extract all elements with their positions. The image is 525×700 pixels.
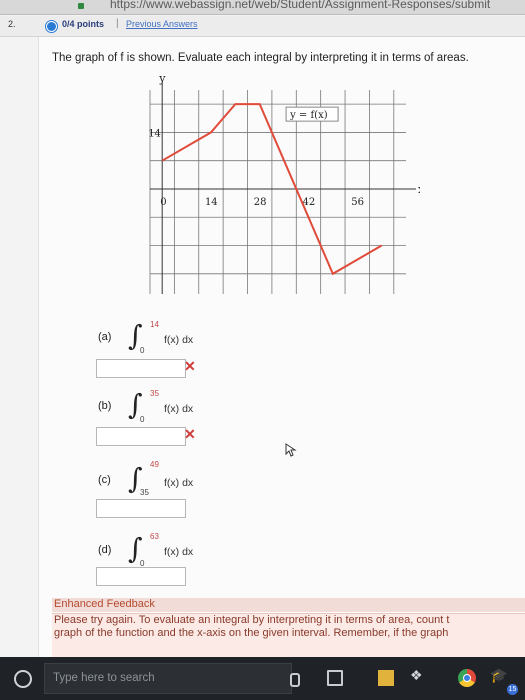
answer-input-c[interactable]	[96, 499, 186, 518]
chrome-icon[interactable]	[458, 669, 476, 687]
curve-label: y = f(x)	[289, 110, 328, 121]
previous-answers-link[interactable]: Previous Answers	[126, 19, 198, 29]
upper-limit: 49	[150, 460, 159, 469]
incorrect-icon: ✕	[184, 358, 196, 374]
part-label: (c)	[98, 474, 111, 486]
upper-limit: 63	[150, 532, 159, 541]
y-tick-label: 14	[148, 128, 161, 139]
integrand: f(x) dx	[164, 334, 194, 346]
lower-limit: 35	[140, 488, 149, 497]
question-header: 2. 0/4 points | Previous Answers	[0, 16, 525, 37]
origin-label: 0	[160, 197, 166, 208]
points-score: 0/4 points	[62, 19, 105, 29]
x-tick-label: 28	[254, 197, 267, 208]
answer-input-d[interactable]	[96, 567, 186, 586]
question-prompt: The graph of f is shown. Evaluate each i…	[52, 52, 469, 64]
answer-input-b[interactable]	[96, 427, 186, 446]
file-explorer-icon[interactable]	[378, 670, 394, 686]
lower-limit: 0	[140, 415, 145, 424]
taskbar-search-box[interactable]: Type here to search	[44, 663, 292, 694]
microphone-icon[interactable]	[290, 673, 300, 687]
url-text[interactable]: https://www.webassign.net/web/Student/As…	[110, 0, 490, 11]
upper-limit: 14	[150, 320, 159, 329]
mouse-cursor-icon	[285, 443, 297, 457]
graph-grid	[149, 90, 406, 294]
feedback-line: Please try again. To evaluate an integra…	[54, 614, 450, 626]
integrand: f(x) dx	[164, 477, 194, 489]
answer-input-a[interactable]	[96, 359, 186, 378]
incorrect-icon: ✕	[184, 426, 196, 442]
integrand: f(x) dx	[164, 403, 194, 415]
windows-taskbar: Type here to search ❖ 🎓 15	[0, 657, 525, 700]
cortana-icon	[14, 670, 32, 688]
feedback-line: graph of the function and the x-axis on …	[54, 627, 449, 639]
graduation-cap-icon[interactable]: 🎓	[490, 667, 507, 683]
browser-address-bar[interactable]: https://www.webassign.net/web/Student/As…	[0, 0, 525, 15]
start-button[interactable]	[0, 657, 44, 700]
dropbox-icon[interactable]: ❖	[410, 667, 426, 683]
y-axis-label: y	[158, 72, 166, 85]
lower-limit: 0	[140, 346, 145, 355]
feedback-panel: Please try again. To evaluate an integra…	[52, 613, 525, 658]
question-status-icon	[46, 21, 57, 32]
x-axis-label: x	[418, 183, 420, 196]
integrand: f(x) dx	[164, 546, 194, 558]
lock-icon	[78, 3, 84, 9]
task-view-icon[interactable]	[327, 670, 343, 686]
feedback-title: Enhanced Feedback	[52, 598, 525, 612]
notification-badge: 15	[507, 684, 518, 695]
header-separator: |	[116, 18, 119, 29]
x-tick-label: 56	[351, 197, 364, 208]
part-label: (d)	[98, 544, 112, 556]
x-tick-label: 14	[205, 197, 218, 208]
function-graph: y x 0 14 14284256 y = f(x)	[148, 72, 420, 294]
part-label: (b)	[98, 400, 112, 412]
question-number: 2.	[8, 19, 16, 29]
x-tick-labels: 14 28 42 56	[205, 197, 364, 208]
upper-limit: 35	[150, 389, 159, 398]
part-label: (a)	[98, 331, 112, 343]
